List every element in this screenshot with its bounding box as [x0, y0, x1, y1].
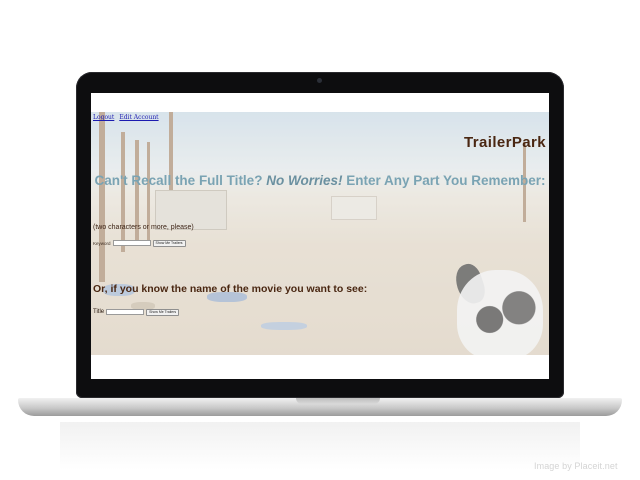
keyword-input[interactable] — [112, 240, 151, 246]
keyword-search-form: Keyword Show Me Trailers — [93, 239, 186, 247]
title-label: Title — [93, 309, 105, 315]
trackpad-notch — [296, 398, 380, 404]
title-submit-button[interactable]: Show Me Trailers — [146, 308, 180, 316]
laptop-reflection — [60, 422, 580, 470]
keyword-label: Keyword — [93, 240, 111, 246]
headline-part2: Enter Any Part You Remember: — [342, 173, 546, 188]
keyword-hint: (two characters or more, please) — [93, 224, 194, 231]
screen-top-bar — [91, 93, 549, 112]
browser-screen: Logout Edit Account TrailerPark Can't Rec… — [91, 93, 549, 379]
watermark: Image by Placeit.net — [534, 461, 618, 471]
title-search-heading: Or, if you know the name of the movie yo… — [93, 283, 368, 295]
webcam-icon — [317, 78, 322, 83]
account-nav: Logout Edit Account — [93, 114, 164, 121]
edit-account-link[interactable]: Edit Account — [119, 114, 158, 121]
logout-link[interactable]: Logout — [93, 114, 114, 121]
title-search-form: Title Show Me Trailers — [93, 308, 180, 316]
title-input[interactable] — [106, 309, 145, 315]
keyword-submit-button[interactable]: Show Me Trailers — [152, 239, 186, 247]
page-headline: Can't Recall the Full Title? No Worries!… — [91, 172, 549, 189]
headline-part1: Can't Recall the Full Title? — [94, 173, 267, 188]
site-logo-text: TrailerPark — [464, 134, 546, 151]
screen-bottom-bar — [91, 355, 549, 379]
headline-emphasis: No Worries! — [266, 173, 343, 188]
laptop-base — [18, 398, 622, 416]
